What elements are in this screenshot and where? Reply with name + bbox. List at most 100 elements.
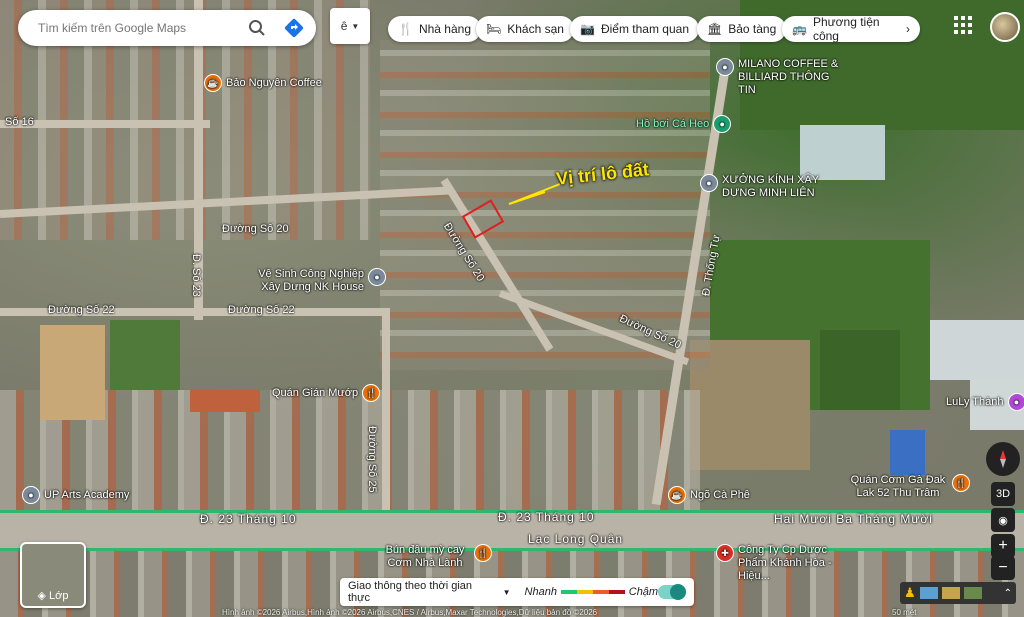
- place-icon: ●: [368, 268, 386, 286]
- poi-milano-coffee[interactable]: ● MILANO COFFEE & BILLIARD THÔNG TIN: [716, 58, 850, 97]
- tree-area: [110, 320, 180, 390]
- poi-label: MILANO COFFEE & BILLIARD THÔNG TIN: [738, 58, 839, 96]
- satellite-map[interactable]: Số 16 Đường Số 20 Đường Số 20 Đường Số 2…: [0, 0, 1024, 617]
- chevron-right-icon: ›: [906, 22, 910, 36]
- road-label: Đ. Số 23: [190, 254, 202, 297]
- pharmacy-icon: ✚: [716, 544, 734, 562]
- view-3d-label: 3D: [995, 488, 1011, 500]
- pool-icon: ●: [713, 115, 732, 133]
- restaurant-icon: 🍴: [952, 474, 970, 492]
- road-label: Đường Số 22: [228, 304, 295, 316]
- zoom-out-button[interactable]: −: [991, 556, 1015, 580]
- chip-attractions[interactable]: 📷 Điểm tham quan: [570, 16, 699, 42]
- scale-label: 50 mét: [892, 608, 917, 617]
- poi-label: Vệ Sinh Công Nghiệp Xây Dựng NK House: [258, 268, 364, 293]
- chip-transit[interactable]: 🚌 Phương tiện công ›: [782, 15, 920, 43]
- layers-button[interactable]: ◈ Lớp: [20, 542, 86, 608]
- poi-ho-boi-ca-heo[interactable]: ● Hồ bơi Cá Heo: [636, 115, 732, 133]
- my-location-button[interactable]: ◉: [991, 508, 1015, 532]
- place-icon: ●: [716, 58, 734, 76]
- chip-label: Khách sạn: [507, 22, 564, 36]
- poi-luly-thanh[interactable]: ● LuLy Thành: [946, 393, 1024, 411]
- poi-ve-sinh-cong-nghiep[interactable]: ● Vệ Sinh Công Nghiệp Xây Dựng NK House: [254, 268, 386, 294]
- search-box[interactable]: [18, 10, 316, 46]
- poi-label: UP Arts Academy: [44, 489, 130, 501]
- zoom-in-button[interactable]: +: [991, 534, 1015, 558]
- poi-label: Quán Gián Mướp: [272, 387, 359, 399]
- road: [382, 310, 390, 510]
- building-roof: [890, 430, 925, 475]
- coffee-icon: ☕: [668, 486, 686, 504]
- poi-label: XƯỞNG KÍNH XÂY DỰNG MINH LIÊN: [722, 174, 819, 199]
- chip-museums[interactable]: 🏛 Bảo tàng: [697, 16, 787, 42]
- road-label: Đường Số 25: [366, 426, 378, 493]
- road-label: Đ. 23 Tháng 10: [200, 512, 297, 526]
- layers-label: Lớp: [49, 590, 69, 602]
- shop-icon: ●: [1007, 393, 1024, 411]
- camera-icon: 📷: [580, 22, 595, 36]
- poi-quan-gian-muop[interactable]: 🍴 Quán Gián Mướp: [272, 384, 381, 402]
- traffic-legend-bar[interactable]: Giao thông theo thời gian thực ▼ Nhanh C…: [340, 578, 694, 606]
- pegman-icon[interactable]: ♟: [904, 585, 916, 601]
- traffic-slow-label: Chậm: [628, 586, 659, 598]
- traffic-color-scale: [560, 590, 625, 594]
- apps-grid-icon[interactable]: [954, 16, 972, 34]
- school-icon: ●: [22, 486, 40, 504]
- poi-bun-dau[interactable]: 🍴 Bún đậu mỳ cay Cơm Nhà Lành: [380, 544, 492, 570]
- road-main: [0, 538, 1024, 551]
- poi-label: Quán Cơm Gà Đak Lak 52 Thu Trâm: [850, 474, 946, 499]
- imagery-thumb[interactable]: [919, 587, 938, 599]
- language-button[interactable]: ê ▼: [330, 8, 370, 44]
- attribution: Hình ảnh ©2026 Airbus,Hình ảnh ©2026 Air…: [222, 608, 598, 617]
- avatar[interactable]: [990, 12, 1020, 42]
- warehouse-roof: [930, 320, 1024, 380]
- road-label: Đường Số 22: [48, 304, 115, 316]
- chevron-down-icon[interactable]: ▼: [503, 588, 511, 597]
- search-icon[interactable]: [248, 19, 266, 42]
- imagery-thumb[interactable]: [941, 587, 960, 599]
- bare-land: [40, 325, 105, 420]
- traffic-toggle[interactable]: [658, 584, 686, 600]
- view-3d-button[interactable]: 3D: [991, 482, 1015, 506]
- poi-label: Bảo Nguyên Coffee: [226, 77, 322, 89]
- directions-icon[interactable]: [284, 18, 304, 43]
- street-view-strip[interactable]: ♟ ⌃: [900, 582, 1016, 604]
- poi-up-arts-academy[interactable]: ● UP Arts Academy: [22, 486, 129, 504]
- building-roof: [800, 125, 885, 180]
- poi-label: Ngõ Cà Phê: [690, 489, 750, 501]
- imagery-thumb[interactable]: [963, 587, 982, 599]
- chevron-up-icon[interactable]: ⌃: [1004, 588, 1012, 599]
- place-icon: ●: [700, 174, 718, 192]
- location-icon: ◉: [998, 514, 1008, 527]
- chip-label: Phương tiện công: [812, 15, 880, 43]
- chip-label: Nhà hàng: [418, 22, 471, 36]
- compass[interactable]: [986, 442, 1020, 476]
- chip-restaurants[interactable]: 🍴 Nhà hàng: [388, 16, 481, 42]
- poi-cong-ty-duoc-pham[interactable]: ✚ Công Ty Cp Dược Phẩm Khánh Hòa - Hiệu.…: [716, 544, 858, 583]
- chevron-down-icon: ▼: [351, 21, 360, 31]
- restaurant-icon: 🍴: [474, 544, 492, 562]
- traffic-label: Giao thông theo thời gian thực: [348, 580, 473, 604]
- zoom-out-label: −: [998, 559, 1008, 576]
- traffic-fast-label: Nhanh: [524, 586, 557, 598]
- chip-label: Bảo tàng: [728, 22, 777, 36]
- compass-icon: [1000, 450, 1006, 468]
- poi-bao-nguyen-coffee[interactable]: ☕ Bảo Nguyên Coffee: [204, 74, 322, 92]
- poi-quan-com-ga[interactable]: 🍴 Quán Cơm Gà Đak Lak 52 Thu Trâm: [848, 474, 970, 500]
- hotel-icon: 🛏: [486, 22, 502, 36]
- poi-label: Công Ty Cp Dược Phẩm Khánh Hòa - Hiệu...: [738, 544, 832, 582]
- search-input[interactable]: [36, 20, 240, 36]
- layers-icon: ◈ Lớp: [37, 590, 69, 602]
- poi-label: Bún đậu mỳ cay Cơm Nhà Lành: [385, 544, 465, 569]
- chip-label: Điểm tham quan: [600, 22, 689, 36]
- road-label: Số 16: [5, 116, 34, 128]
- zoom-in-label: +: [998, 537, 1008, 554]
- field-area: [820, 330, 900, 410]
- transit-icon: 🚌: [792, 22, 807, 36]
- poi-ngo-ca-phe[interactable]: ☕ Ngõ Cà Phê: [668, 486, 750, 504]
- poi-xuong-kinh[interactable]: ● XƯỞNG KÍNH XÂY DỰNG MINH LIÊN: [700, 174, 834, 200]
- poi-label: Hồ bơi Cá Heo: [636, 118, 710, 130]
- chip-hotels[interactable]: 🛏 Khách sạn: [476, 16, 574, 42]
- restaurant-icon: 🍴: [398, 22, 413, 36]
- road-label: Đường Số 20: [222, 223, 289, 235]
